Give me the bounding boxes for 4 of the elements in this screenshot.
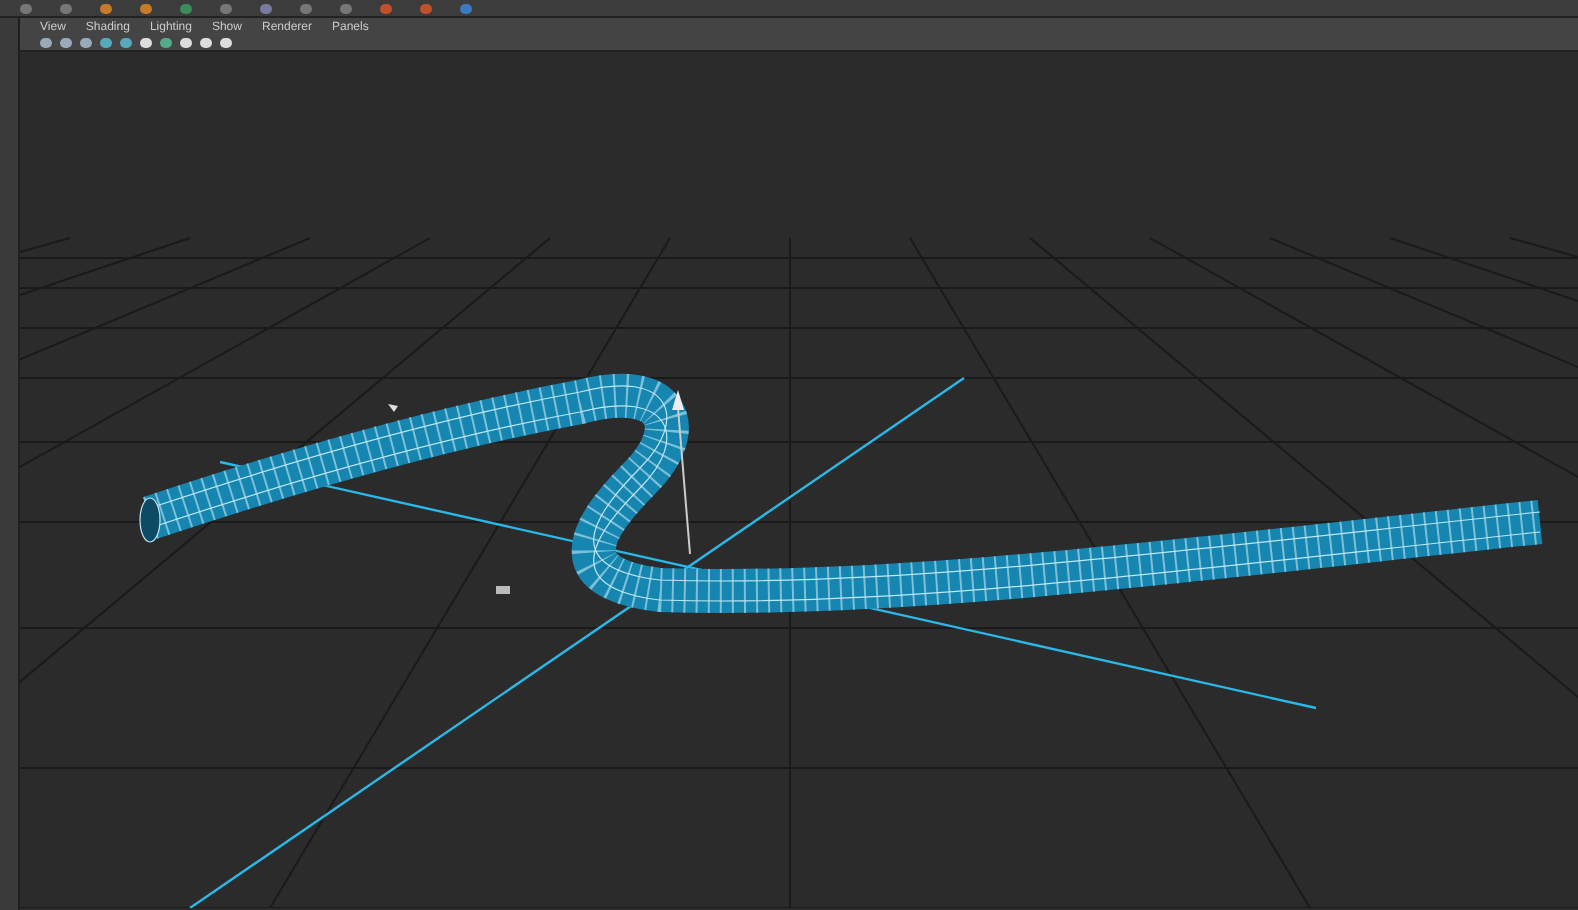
pivot-icon [496,586,510,594]
tool-icon[interactable] [100,3,112,13]
tool-icon[interactable] [140,3,152,13]
cursor-icon [388,404,398,412]
